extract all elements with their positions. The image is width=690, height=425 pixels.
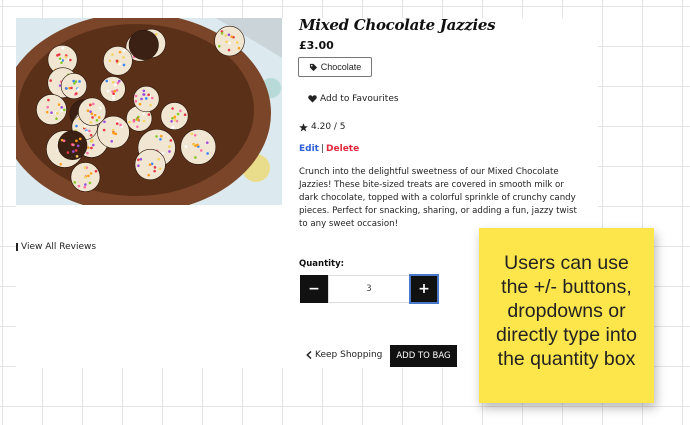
category-tag-button[interactable]: Chocolate [298,57,372,77]
product-image [16,18,282,205]
tag-icon [309,63,317,71]
quantity-decrement-button[interactable]: − [300,275,328,303]
product-title: Mixed Chocolate Jazzies [299,16,496,34]
quantity-input[interactable] [328,275,410,303]
add-to-bag-button[interactable]: ADD TO BAG [390,345,457,367]
minus-icon: − [308,281,320,297]
sticky-note-text: Users can use the +/- buttons, dropdowns… [496,251,637,370]
quantity-label: Quantity: [299,259,345,269]
view-all-reviews-label: View All Reviews [21,242,97,252]
chevron-left-icon [306,351,312,359]
star-icon [299,122,308,132]
plus-icon: + [418,281,430,297]
product-rating: 4.20 / 5 [299,122,346,132]
view-all-reviews-link[interactable]: View All Reviews [16,242,96,252]
add-to-favourites-link[interactable]: Add to Favourites [308,94,399,104]
quantity-increment-button[interactable]: + [409,274,439,304]
vertical-bar-icon [16,243,18,251]
sticky-note: Users can use the +/- buttons, dropdowns… [479,228,654,403]
heart-icon [308,95,317,103]
rating-value: 4.20 / 5 [311,122,346,132]
delete-link[interactable]: Delete [326,144,359,154]
admin-link-separator: | [320,144,325,154]
keep-shopping-link[interactable]: Keep Shopping [306,350,382,360]
edit-link[interactable]: Edit [299,144,319,154]
keep-shopping-label: Keep Shopping [315,350,383,360]
product-description: Crunch into the delightful sweetness of … [299,167,577,229]
admin-links: Edit | Delete [299,144,359,154]
add-to-favourites-label: Add to Favourites [320,94,399,104]
category-tag-label: Chocolate [320,62,362,72]
product-price: £3.00 [299,39,334,52]
